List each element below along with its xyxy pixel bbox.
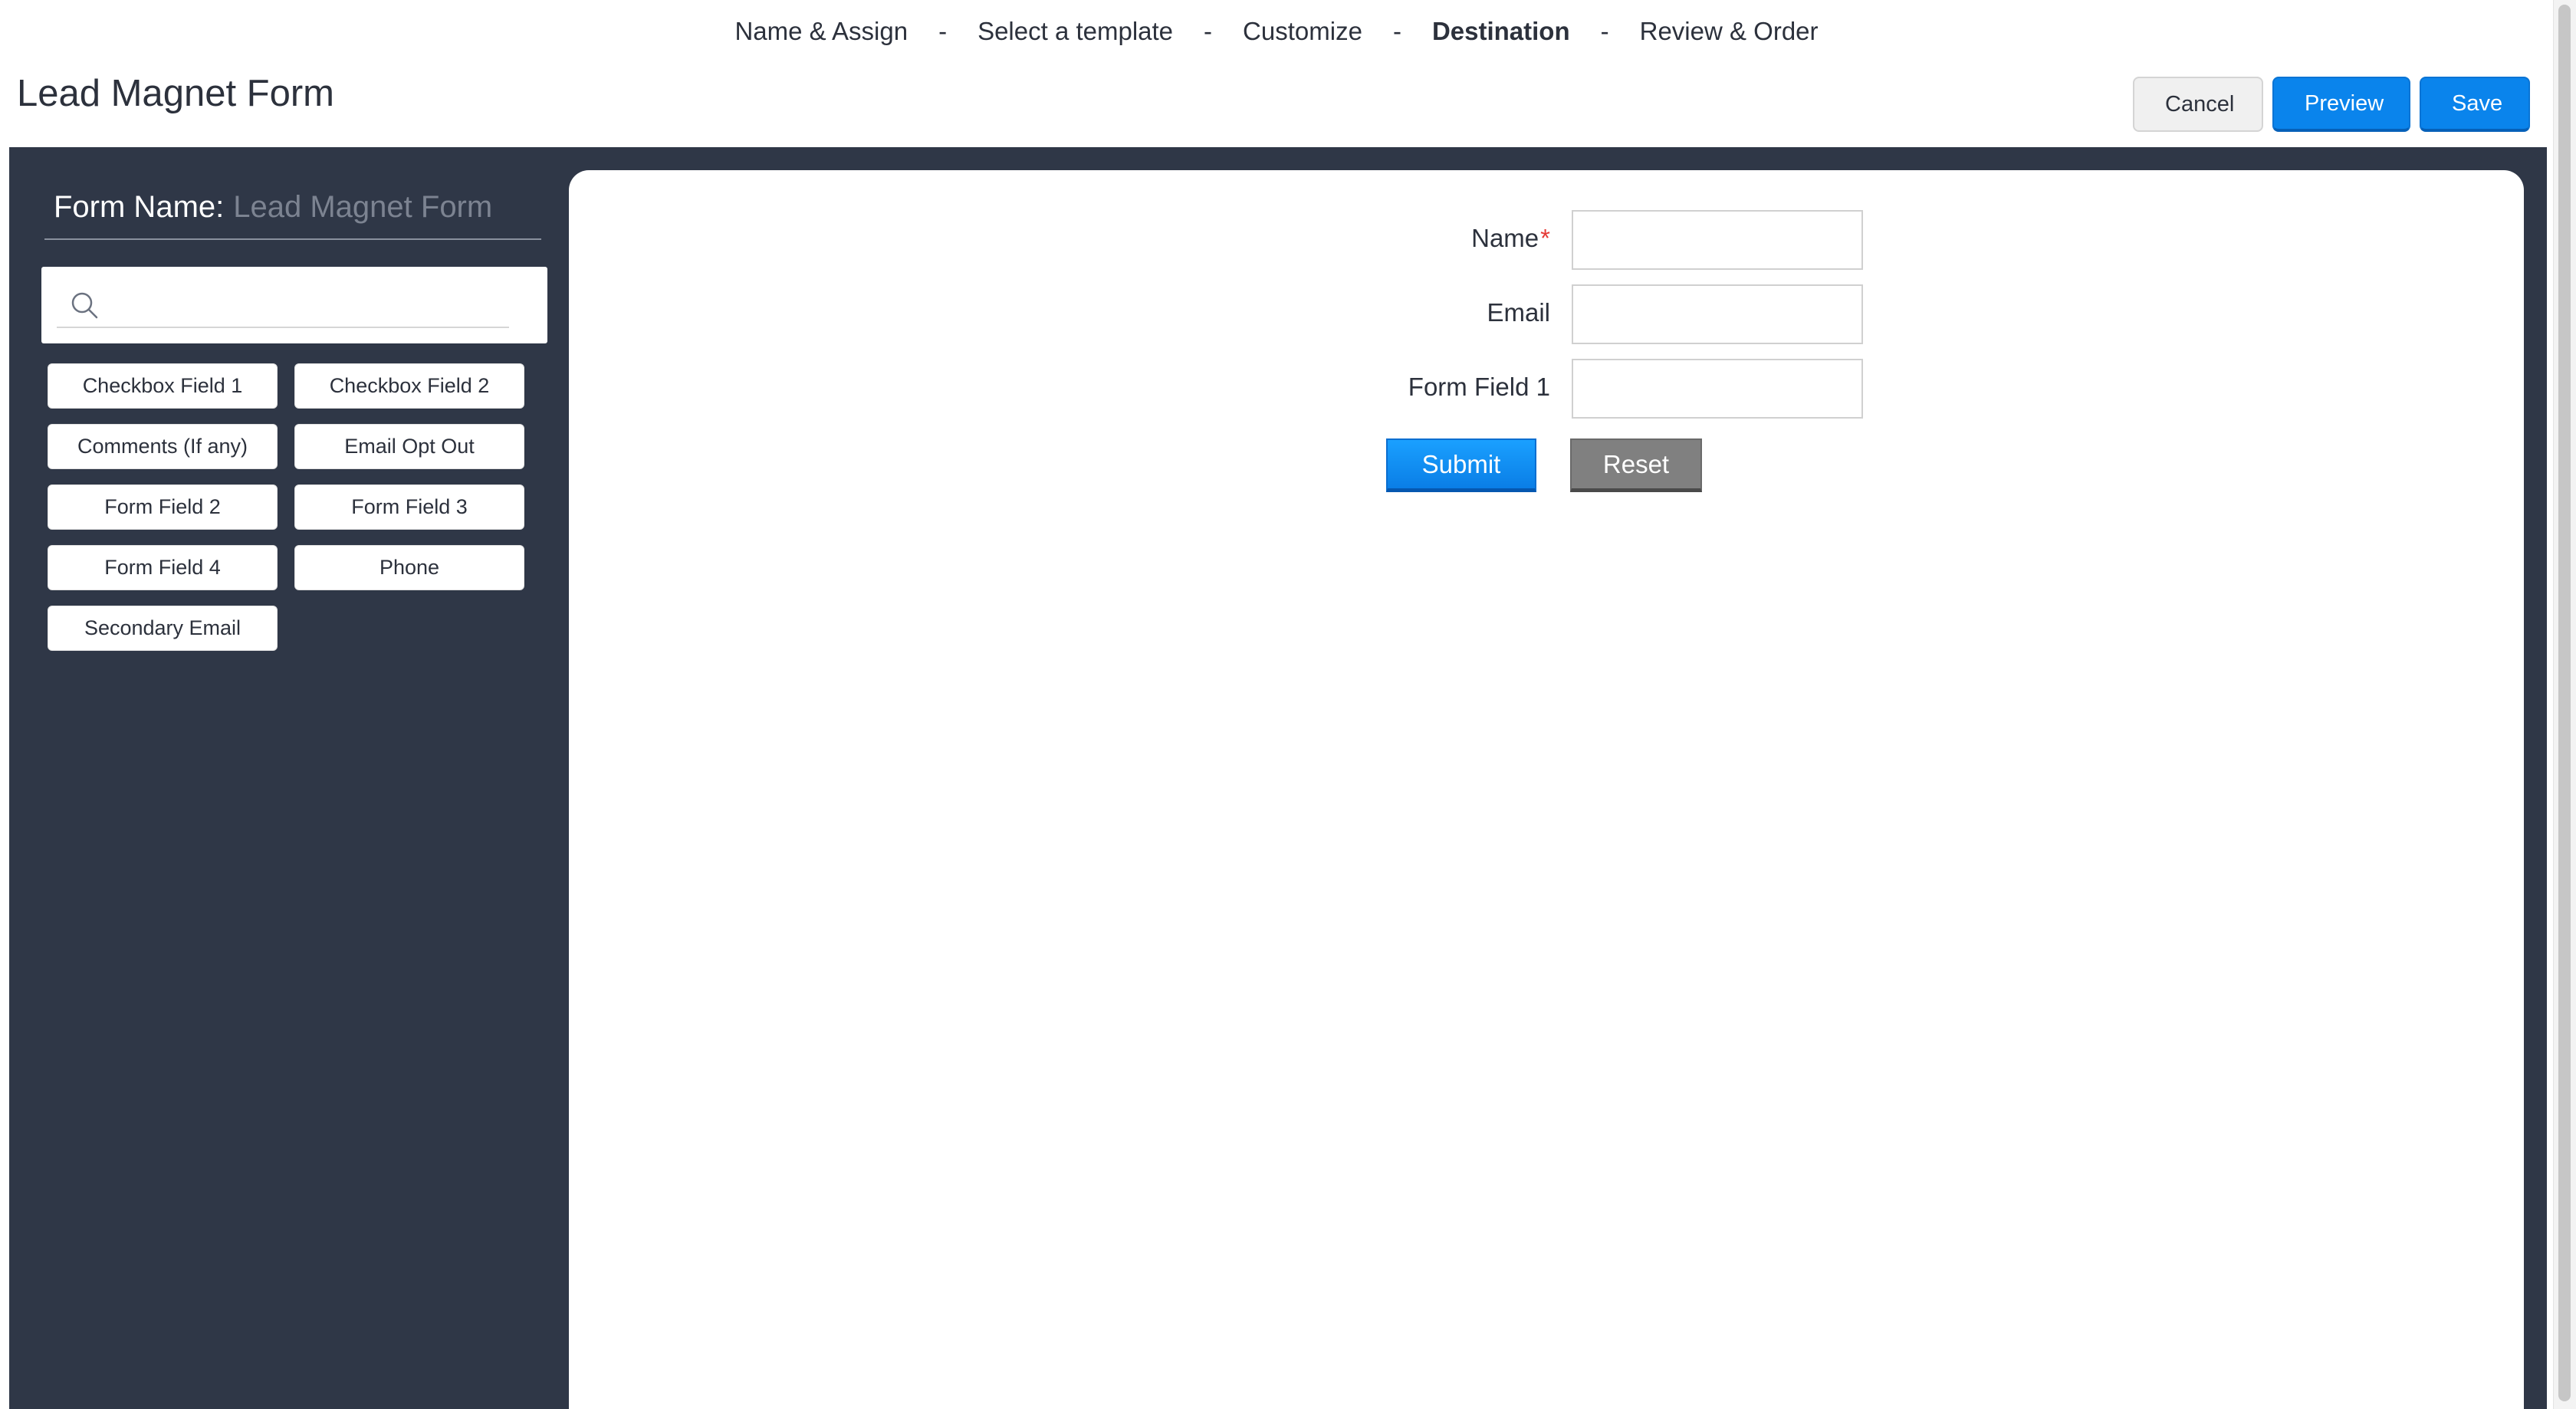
form-label-name: Name* — [1471, 224, 1550, 253]
page-scrollbar[interactable] — [2553, 0, 2576, 1409]
available-fields-list: Checkbox Field 1 Checkbox Field 2 Commen… — [48, 363, 538, 651]
form-name-label: Form Name: — [54, 190, 225, 224]
field-search-input[interactable] — [57, 281, 509, 328]
form-label-form-field-1: Form Field 1 — [1408, 373, 1550, 401]
preview-button[interactable]: Preview — [2272, 77, 2410, 132]
form-name-value[interactable]: Lead Magnet Form — [233, 190, 492, 225]
step-select-template[interactable]: Select a template — [978, 17, 1173, 46]
field-chip-checkbox-field-1[interactable]: Checkbox Field 1 — [48, 363, 278, 409]
page-title: Lead Magnet Form — [17, 73, 334, 114]
scrollbar-thumb[interactable] — [2558, 5, 2571, 1401]
field-chip-form-field-3[interactable]: Form Field 3 — [294, 484, 524, 530]
submit-button[interactable]: Submit — [1386, 438, 1536, 492]
form-label-name-text: Name — [1471, 224, 1539, 252]
field-chip-phone[interactable]: Phone — [294, 545, 524, 590]
field-chip-email-opt-out[interactable]: Email Opt Out — [294, 424, 524, 469]
required-marker: * — [1540, 224, 1550, 252]
form-preview-canvas: Name* Email Form Field 1 Submit Reset — [569, 170, 2524, 1409]
reset-button[interactable]: Reset — [1570, 438, 1702, 492]
step-review-order[interactable]: Review & Order — [1640, 17, 1819, 46]
field-chip-form-field-2[interactable]: Form Field 2 — [48, 484, 278, 530]
step-customize[interactable]: Customize — [1243, 17, 1362, 46]
field-search-box — [41, 267, 547, 343]
step-separator: - — [1600, 17, 1609, 45]
step-separator: - — [938, 17, 948, 45]
field-chip-secondary-email[interactable]: Secondary Email — [48, 606, 278, 651]
step-separator: - — [1392, 17, 1401, 45]
step-destination[interactable]: Destination — [1432, 17, 1570, 46]
form-builder-workspace: Form Name: Lead Magnet Form Checkbox Fie… — [9, 147, 2547, 1409]
name-input[interactable] — [1572, 210, 1863, 270]
step-separator: - — [1204, 17, 1213, 45]
field-chip-comments[interactable]: Comments (If any) — [48, 424, 278, 469]
field-chip-checkbox-field-2[interactable]: Checkbox Field 2 — [294, 363, 524, 409]
header-actions: Cancel Preview Save — [2133, 77, 2530, 132]
form-name-row[interactable]: Form Name: Lead Magnet Form — [44, 190, 541, 240]
wizard-stepper: Name & Assign - Select a template - Cust… — [0, 17, 2553, 46]
step-name-assign[interactable]: Name & Assign — [734, 17, 908, 46]
field-sidebar: Form Name: Lead Magnet Form Checkbox Fie… — [34, 147, 547, 1409]
cancel-button[interactable]: Cancel — [2133, 77, 2263, 132]
form-label-email: Email — [1487, 298, 1550, 327]
email-input[interactable] — [1572, 284, 1863, 344]
form-field-1-input[interactable] — [1572, 359, 1863, 419]
save-button[interactable]: Save — [2420, 77, 2530, 132]
field-chip-form-field-4[interactable]: Form Field 4 — [48, 545, 278, 590]
